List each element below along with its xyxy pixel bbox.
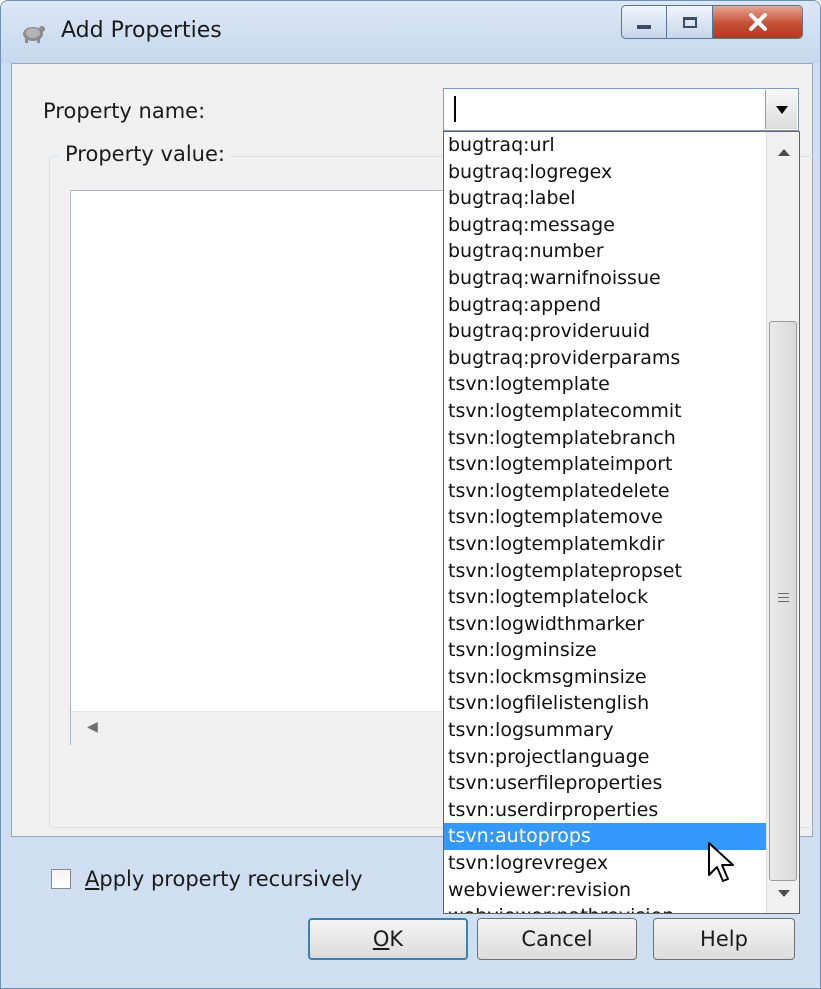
close-button[interactable] xyxy=(713,5,803,39)
dropdown-item[interactable]: bugtraq:label xyxy=(444,185,766,212)
thumb-grip-line xyxy=(778,597,789,598)
ok-accelerator: O xyxy=(372,927,390,951)
dropdown-item[interactable]: bugtraq:logregex xyxy=(444,159,766,186)
dropdown-item[interactable]: tsvn:logtemplatecommit xyxy=(444,398,766,425)
dropdown-item[interactable]: tsvn:userfileproperties xyxy=(444,770,766,797)
minimize-button[interactable] xyxy=(621,5,667,39)
chevron-down-icon xyxy=(775,105,788,114)
dropdown-items: bugtraq:url bugtraq:logregex bugtraq:label… xyxy=(444,132,766,913)
apply-recursively-accelerator: A xyxy=(85,867,100,891)
property-name-combobox[interactable] xyxy=(443,88,799,131)
dropdown-item[interactable]: tsvn:logtemplatebranch xyxy=(444,425,766,452)
text-caret xyxy=(454,96,456,122)
maximize-button[interactable] xyxy=(667,5,713,39)
scroll-up-arrow-icon[interactable] xyxy=(778,149,790,156)
dropdown-item[interactable]: bugtraq:providerparams xyxy=(444,345,766,372)
add-properties-window: Add Properties Property name: Property v… xyxy=(0,0,821,989)
ok-text: K xyxy=(389,927,404,951)
maximize-icon xyxy=(682,16,697,28)
dropdown-item[interactable]: tsvn:logminsize xyxy=(444,637,766,664)
dropdown-item[interactable]: tsvn:logtemplatepropset xyxy=(444,558,766,585)
dropdown-item[interactable]: tsvn:logtemplatemove xyxy=(444,504,766,531)
dropdown-item[interactable]: tsvn:logtemplate xyxy=(444,371,766,398)
scrollbar-thumb[interactable] xyxy=(769,321,797,881)
apply-recursively-label[interactable]: Apply property recursively xyxy=(85,867,363,891)
window-title: Add Properties xyxy=(61,18,222,43)
thumb-grip-line xyxy=(778,601,789,602)
apply-recursively-checkbox[interactable] xyxy=(51,869,71,889)
dropdown-item[interactable]: bugtraq:append xyxy=(444,292,766,319)
property-name-dropdown-list[interactable]: bugtraq:url bugtraq:logregex bugtraq:label… xyxy=(443,131,800,914)
dropdown-item[interactable]: bugtraq:warnifnoissue xyxy=(444,265,766,292)
apply-recursively-text: pply property recursively xyxy=(99,867,363,891)
cancel-button[interactable]: Cancel xyxy=(477,918,637,960)
property-value-label: Property value: xyxy=(59,142,231,166)
dropdown-item[interactable]: tsvn:logtemplatelock xyxy=(444,584,766,611)
minimize-icon xyxy=(637,25,651,29)
dropdown-item[interactable]: webviewer:pathrevision xyxy=(444,903,766,913)
vertical-scrollbar[interactable] xyxy=(766,132,799,913)
scroll-left-arrow-icon[interactable]: ◀ xyxy=(87,719,98,735)
dropdown-item[interactable]: tsvn:userdirproperties xyxy=(444,797,766,824)
title-bar[interactable]: Add Properties xyxy=(1,1,820,63)
scroll-down-arrow-icon[interactable] xyxy=(778,890,790,897)
dropdown-item[interactable]: tsvn:logtemplatedelete xyxy=(444,478,766,505)
dropdown-item[interactable]: tsvn:logsummary xyxy=(444,717,766,744)
mouse-pointer-icon xyxy=(708,842,734,882)
dropdown-item[interactable]: bugtraq:provideruuid xyxy=(444,318,766,345)
close-icon xyxy=(748,13,767,31)
dropdown-item[interactable]: tsvn:lockmsgminsize xyxy=(444,664,766,691)
dropdown-item[interactable]: bugtraq:number xyxy=(444,238,766,265)
dropdown-item[interactable]: tsvn:projectlanguage xyxy=(444,744,766,771)
tortoise-icon xyxy=(23,26,45,43)
ok-button[interactable]: OK xyxy=(308,918,468,960)
thumb-grip-line xyxy=(778,593,789,594)
dropdown-item[interactable]: tsvn:logfilelistenglish xyxy=(444,690,766,717)
dropdown-item[interactable]: tsvn:logtemplatemkdir xyxy=(444,531,766,558)
property-name-label: Property name: xyxy=(43,99,206,123)
dropdown-toggle-button[interactable] xyxy=(765,90,797,129)
dropdown-item[interactable]: bugtraq:url xyxy=(444,132,766,159)
dropdown-item[interactable]: tsvn:logtemplateimport xyxy=(444,451,766,478)
dropdown-item[interactable]: bugtraq:message xyxy=(444,212,766,239)
dropdown-item[interactable]: tsvn:logwidthmarker xyxy=(444,611,766,638)
help-button[interactable]: Help xyxy=(653,918,795,960)
